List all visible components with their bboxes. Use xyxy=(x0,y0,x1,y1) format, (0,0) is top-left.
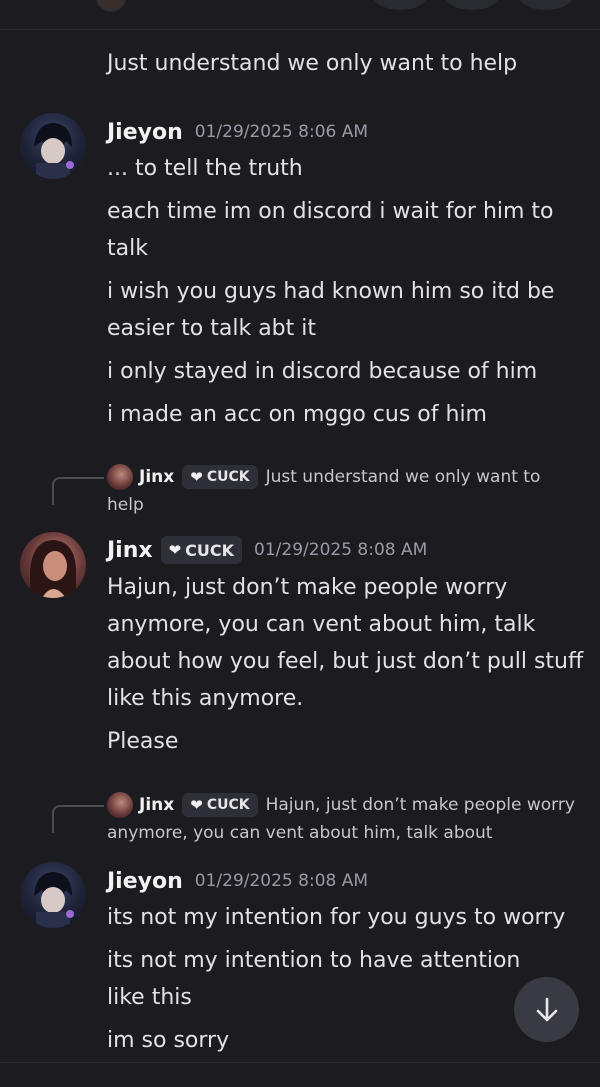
reply-author: Jinx xyxy=(139,795,175,815)
reply-preview[interactable]: Jinx ❤ CUCK Just understand we only want to… xyxy=(107,463,577,519)
message-line: its not my intention to have attention l… xyxy=(107,948,521,1010)
author-name[interactable]: Jinx xyxy=(107,538,153,563)
toolbar-button[interactable] xyxy=(444,0,500,10)
reply-avatar xyxy=(107,464,133,490)
message-header: Jinx ❤ CUCK 01/29/2025 8:08 AM xyxy=(107,534,427,566)
role-tag: ❤ CUCK xyxy=(182,465,258,489)
message-body: Hajun, just don’t make people worry anym… xyxy=(107,569,587,760)
heart-icon: ❤ xyxy=(168,541,182,559)
avatar-image xyxy=(34,123,74,179)
author-name[interactable]: Jieyon xyxy=(107,120,183,145)
reply-connector xyxy=(52,477,104,505)
message-header: Jieyon 01/29/2025 8:08 AM xyxy=(107,865,368,897)
bottom-bar xyxy=(0,1062,600,1087)
scroll-to-bottom-button[interactable] xyxy=(514,977,579,1042)
avatar-jieyon[interactable] xyxy=(20,862,86,928)
timestamp: 01/29/2025 8:06 AM xyxy=(194,122,369,142)
toolbar-button[interactable] xyxy=(518,0,574,10)
reply-snippet: Hajun, just don’t make people worry anym… xyxy=(107,795,575,843)
reply-preview[interactable]: Jinx ❤ CUCK Hajun, just don’t make people w… xyxy=(107,791,577,847)
timestamp: 01/29/2025 8:08 AM xyxy=(254,540,428,560)
message-line: Please xyxy=(107,729,179,754)
message-body: its not my intention for you guys to wor… xyxy=(107,899,587,1059)
role-tag-label: CUCK xyxy=(206,797,250,813)
message-line: ... to tell the truth xyxy=(107,156,303,181)
message-line: i only stayed in discord because of him xyxy=(107,359,538,384)
reply-avatar xyxy=(107,792,133,818)
arrow-down-icon xyxy=(536,997,557,1021)
avatar-jieyon[interactable] xyxy=(20,113,86,179)
message-header: Jieyon 01/29/2025 8:06 AM xyxy=(107,116,368,148)
role-tag-label: CUCK xyxy=(206,469,250,485)
avatar-image xyxy=(30,540,76,598)
avatar[interactable] xyxy=(96,0,126,12)
top-bar xyxy=(0,0,600,30)
message-text: Just understand we only want to help xyxy=(107,51,518,76)
message-line: i wish you guys had known him so itd be … xyxy=(107,279,555,341)
message-line: i made an acc on mggo cus of him xyxy=(107,402,487,427)
author-name[interactable]: Jieyon xyxy=(107,869,183,894)
message-body: ... to tell the truth each time im on di… xyxy=(107,150,587,433)
message-line: Hajun, just don’t make people worry anym… xyxy=(107,575,584,711)
role-tag: ❤ CUCK xyxy=(182,793,258,817)
timestamp: 01/29/2025 8:08 AM xyxy=(194,871,369,891)
role-tag-label: CUCK xyxy=(185,540,235,560)
message-line: each time im on discord i wait for him t… xyxy=(107,199,554,261)
heart-icon: ❤ xyxy=(190,468,203,486)
heart-icon: ❤ xyxy=(190,796,203,814)
message-line: im so sorry xyxy=(107,1028,230,1053)
toolbar-button[interactable] xyxy=(372,0,428,10)
message-line: its not my intention for you guys to wor… xyxy=(107,905,566,930)
reply-connector xyxy=(52,805,104,833)
avatar-jinx[interactable] xyxy=(20,532,86,598)
avatar-image xyxy=(34,872,74,928)
role-tag: ❤ CUCK xyxy=(160,536,243,564)
reply-author: Jinx xyxy=(139,467,175,487)
